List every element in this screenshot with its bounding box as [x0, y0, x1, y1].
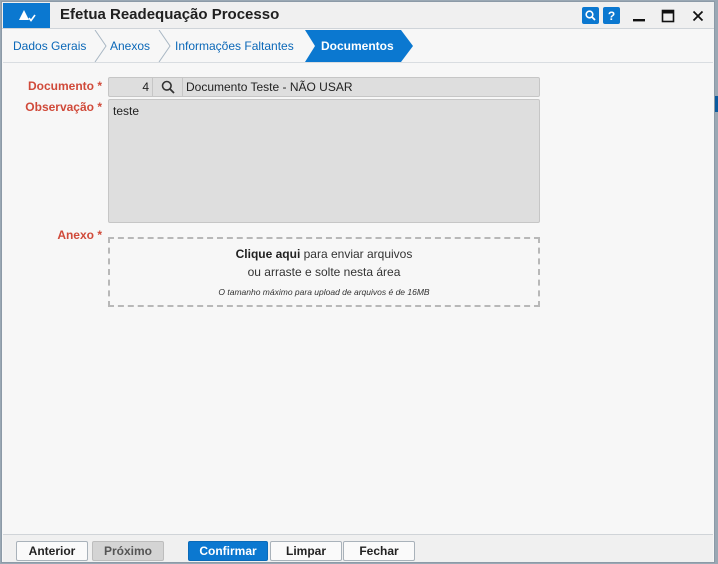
- tab-label: Anexos: [110, 39, 151, 53]
- upload-link[interactable]: Clique aqui: [236, 247, 301, 261]
- fechar-button[interactable]: Fechar: [343, 541, 415, 561]
- close-icon[interactable]: [688, 6, 708, 26]
- proximo-button[interactable]: Próximo: [92, 541, 164, 561]
- documento-field[interactable]: 4 Documento Teste - NÃO USAR: [108, 77, 540, 97]
- chevron-right-icon: [94, 30, 107, 62]
- dropzone-instruction-rest: para enviar arquivos: [300, 247, 413, 261]
- observacao-textarea[interactable]: teste: [108, 99, 540, 223]
- observacao-label: Observação *: [25, 100, 102, 114]
- dropzone-size-note: O tamanho máximo para upload de arquivos…: [218, 287, 430, 297]
- anexo-label: Anexo *: [57, 228, 102, 242]
- help-icon[interactable]: ?: [603, 7, 620, 24]
- tab-label: Informações Faltantes: [175, 39, 294, 53]
- dialog-window: Efetua Readequação Processo ? Dados Gera…: [1, 1, 715, 563]
- confirmar-button[interactable]: Confirmar: [188, 541, 268, 561]
- dropzone-drag-text: ou arraste e solte nesta área: [247, 265, 401, 279]
- tab-documentos[interactable]: Documentos: [305, 30, 413, 62]
- tab-label: Documentos: [321, 39, 394, 53]
- help-icon-glyph: ?: [607, 8, 616, 23]
- limpar-button[interactable]: Limpar: [270, 541, 342, 561]
- search-icon[interactable]: [582, 7, 599, 24]
- title-bar: Efetua Readequação Processo ?: [2, 2, 714, 29]
- tab-label: Dados Gerais: [13, 39, 87, 53]
- window-title: Efetua Readequação Processo: [60, 6, 280, 23]
- maximize-icon[interactable]: [658, 6, 678, 26]
- dropzone-instruction: Clique aqui para enviar arquivos: [110, 247, 538, 261]
- footer-toolbar: Anterior Próximo Confirmar Limpar Fechar: [3, 534, 713, 562]
- documento-number-input[interactable]: 4: [109, 78, 153, 96]
- chevron-right-icon: [158, 30, 171, 62]
- tab-informacoes-faltantes[interactable]: Informações Faltantes: [175, 30, 294, 62]
- anterior-button[interactable]: Anterior: [16, 541, 88, 561]
- tab-dados-gerais[interactable]: Dados Gerais: [13, 30, 86, 62]
- search-icon: [161, 80, 175, 94]
- documento-description: Documento Teste - NÃO USAR: [186, 80, 353, 94]
- documento-search-button[interactable]: [153, 78, 183, 96]
- tab-anexos[interactable]: Anexos: [110, 30, 150, 62]
- file-dropzone[interactable]: Clique aqui para enviar arquivos ou arra…: [108, 237, 540, 307]
- app-logo-icon[interactable]: [3, 3, 50, 28]
- breadcrumb-tabs: Dados Gerais Anexos Informações Faltante…: [3, 30, 713, 63]
- documento-label: Documento *: [27, 79, 102, 93]
- minimize-icon[interactable]: [629, 6, 649, 26]
